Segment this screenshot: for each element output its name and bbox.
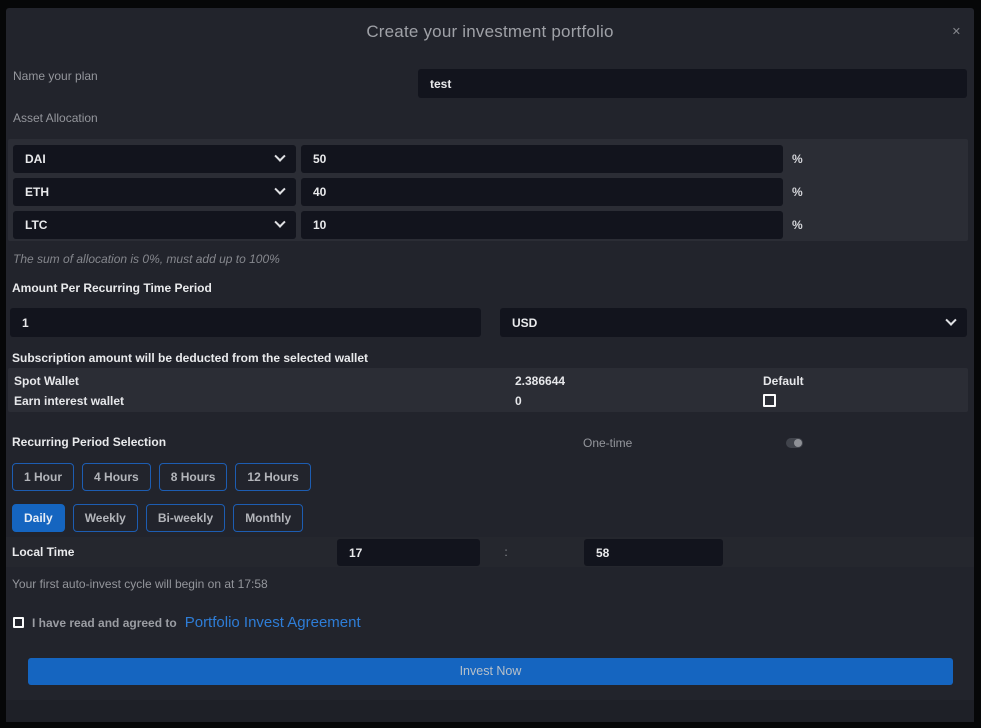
time-separator: : (501, 539, 511, 566)
plan-name-label: Name your plan (13, 69, 98, 83)
chevron-down-icon (274, 217, 285, 228)
page-background: Create your investment portfolio ✕ Name … (0, 0, 981, 728)
frequency-options-row: Daily Weekly Bi-weekly Monthly (12, 504, 303, 532)
allocation-row: ETH % (8, 178, 968, 206)
allocation-row: LTC % (8, 211, 968, 239)
asset-select[interactable]: ETH (13, 178, 296, 206)
allocation-percent-input[interactable] (301, 211, 783, 239)
currency-select-value: USD (512, 316, 537, 330)
asset-select-value: LTC (25, 218, 47, 232)
asset-select-value: DAI (25, 152, 46, 166)
allocation-sum-warning: The sum of allocation is 0%, must add up… (13, 252, 280, 266)
local-time-hour-input[interactable] (337, 539, 480, 566)
period-button-4-hours[interactable]: 4 Hours (82, 463, 151, 491)
currency-select[interactable]: USD (500, 308, 967, 337)
period-button-monthly[interactable]: Monthly (233, 504, 303, 532)
default-wallet-checkbox[interactable] (763, 394, 776, 407)
page-bottom-strip (6, 700, 974, 722)
invest-portfolio-dialog: Create your investment portfolio ✕ Name … (6, 8, 974, 700)
amount-input[interactable] (10, 308, 481, 337)
amount-label: Amount Per Recurring Time Period (12, 281, 212, 295)
wallet-name: Spot Wallet (14, 371, 79, 391)
chevron-down-icon (274, 151, 285, 162)
allocation-percent-input[interactable] (301, 178, 783, 206)
wallet-row-spot[interactable]: Spot Wallet 2.386644 Default (8, 371, 968, 391)
close-icon[interactable]: ✕ (952, 27, 961, 38)
percent-sign: % (792, 145, 803, 173)
agreement-checkbox[interactable] (13, 617, 24, 628)
wallet-balance: 0 (515, 391, 522, 411)
agreement-text: I have read and agreed to (32, 616, 177, 630)
period-button-daily[interactable]: Daily (12, 504, 65, 532)
wallet-name: Earn interest wallet (14, 391, 124, 411)
period-button-8-hours[interactable]: 8 Hours (159, 463, 228, 491)
one-time-toggle[interactable] (786, 438, 803, 448)
period-button-1-hour[interactable]: 1 Hour (12, 463, 74, 491)
dialog-title: Create your investment portfolio (6, 22, 974, 42)
recurring-period-label: Recurring Period Selection (12, 435, 166, 449)
plan-name-input[interactable] (418, 69, 967, 98)
chevron-down-icon (274, 184, 285, 195)
allocation-percent-input[interactable] (301, 145, 783, 173)
local-time-label: Local Time (12, 545, 74, 559)
one-time-label: One-time (583, 436, 632, 450)
toggle-knob-icon (794, 439, 802, 447)
wallet-row-earn[interactable]: Earn interest wallet 0 (8, 391, 968, 411)
hour-options-row: 1 Hour 4 Hours 8 Hours 12 Hours (12, 463, 311, 491)
portfolio-invest-agreement-link[interactable]: Portfolio Invest Agreement (185, 614, 361, 631)
local-time-minute-input[interactable] (584, 539, 723, 566)
asset-allocation-panel: DAI % ETH % LTC % (8, 139, 968, 241)
asset-select[interactable]: LTC (13, 211, 296, 239)
percent-sign: % (792, 178, 803, 206)
wallet-deduct-label: Subscription amount will be deducted fro… (12, 351, 368, 365)
percent-sign: % (792, 211, 803, 239)
invest-now-button[interactable]: Invest Now (28, 658, 953, 685)
period-button-12-hours[interactable]: 12 Hours (235, 463, 310, 491)
first-cycle-hint: Your first auto-invest cycle will begin … (12, 577, 268, 591)
asset-select[interactable]: DAI (13, 145, 296, 173)
chevron-down-icon (945, 314, 956, 325)
period-button-biweekly[interactable]: Bi-weekly (146, 504, 225, 532)
local-time-band (6, 537, 974, 567)
asset-allocation-label: Asset Allocation (13, 111, 98, 125)
agreement-row: I have read and agreed to Portfolio Inve… (13, 614, 361, 631)
wallet-default-label: Default (763, 371, 804, 391)
wallet-balance: 2.386644 (515, 371, 565, 391)
asset-select-value: ETH (25, 185, 49, 199)
allocation-row: DAI % (8, 145, 968, 173)
wallet-table: Spot Wallet 2.386644 Default Earn intere… (8, 368, 968, 412)
period-button-weekly[interactable]: Weekly (73, 504, 138, 532)
